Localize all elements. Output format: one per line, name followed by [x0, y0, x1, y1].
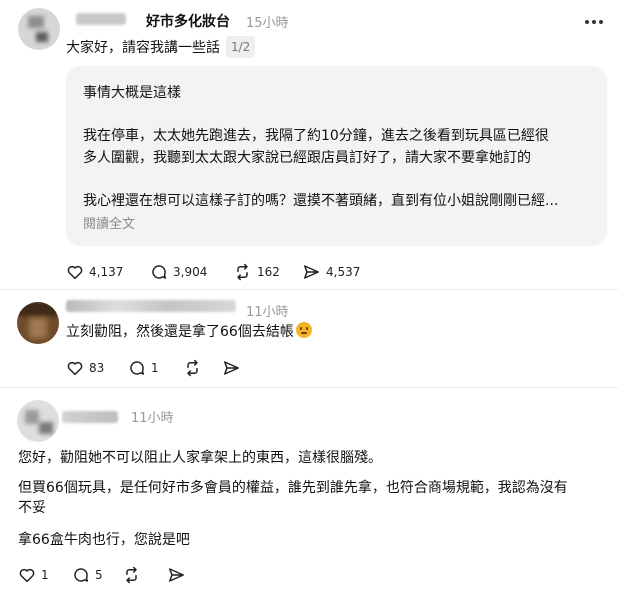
thinking-emoji-icon: [295, 322, 312, 338]
share-button[interactable]: [167, 566, 186, 584]
reply-text-content: 立刻勸阻，然後還是拿了66個去結帳: [66, 324, 294, 340]
avatar[interactable]: [17, 400, 59, 442]
comment-icon: [130, 361, 145, 375]
repost-icon: [237, 263, 248, 281]
repost-icon: [187, 359, 198, 377]
comment-count: 5: [95, 568, 103, 582]
reply-time: 11小時: [246, 305, 289, 320]
like-button[interactable]: 1: [18, 566, 49, 584]
comment-icon: [74, 568, 89, 582]
reply-line-2: 但買66個玩具，是任何好市多會員的權益，誰先到誰先拿，也符合商場規範，我認為沒有: [18, 480, 568, 496]
heart-icon: [67, 265, 83, 280]
quote-paragraph-1-line-1: 我在停車，太太她先跑進去，我隔了約10分鐘，進去之後看到玩具區已經很: [83, 128, 549, 144]
divider: [0, 289, 618, 290]
blurred-username: [62, 411, 118, 423]
share-icon: [304, 265, 319, 279]
blurred-username: [66, 300, 236, 312]
heart-icon: [19, 568, 35, 583]
reply-time: 11小時: [131, 411, 174, 426]
share-count: 4,537: [326, 265, 361, 279]
share-icon: [224, 361, 239, 375]
quote-paragraph-2-line-1: 我心裡還在想可以這樣子訂的嗎？還摸不著頭緒，直到有位小姐說剛剛已經...: [83, 193, 559, 209]
repost-button[interactable]: [183, 359, 202, 377]
avatar[interactable]: [18, 8, 60, 50]
share-icon: [169, 568, 184, 582]
heart-icon: [67, 361, 83, 376]
repost-icon: [126, 566, 137, 584]
like-count: 83: [89, 361, 105, 375]
divider: [0, 387, 618, 388]
comment-count: 1: [151, 361, 159, 375]
quote-paragraph-1-line-2: 多人圍觀，我聽到太太跟大家說已經跟店員訂好了，請大家不要拿她訂的: [83, 150, 531, 166]
like-button[interactable]: 4,137: [66, 263, 123, 281]
share-button[interactable]: [222, 359, 241, 377]
repost-button[interactable]: [122, 566, 141, 584]
post-username[interactable]: 好市多化妝台: [146, 11, 230, 31]
like-count: 1: [41, 568, 49, 582]
post-text-content: 大家好，請容我講一些話: [66, 40, 220, 56]
reply-line-1: 您好，勸阻她不可以阻止人家拿架上的東西，這樣很腦殘。: [18, 450, 382, 466]
reply-text: 立刻勸阻，然後還是拿了66個去結帳: [66, 322, 312, 342]
reply-line-4: 拿66盒牛肉也行，您說是吧: [18, 532, 190, 548]
post-text: 大家好，請容我講一些話 1/2: [66, 36, 256, 58]
reply-line-3: 不妥: [18, 500, 46, 516]
comment-button[interactable]: 5: [72, 566, 103, 584]
comment-icon: [152, 265, 167, 279]
read-more-link[interactable]: 閱讀全文: [83, 213, 135, 232]
share-button[interactable]: 4,537: [302, 263, 360, 281]
like-count: 4,137: [89, 265, 124, 279]
comment-button[interactable]: 3,904: [150, 263, 207, 281]
comment-button[interactable]: 1: [128, 359, 159, 377]
quote-title: 事情大概是這樣: [83, 85, 181, 101]
repost-button[interactable]: 162: [233, 263, 280, 281]
like-button[interactable]: 83: [66, 359, 104, 377]
page-badge: 1/2: [226, 36, 256, 58]
blurred-username-prefix: [76, 13, 126, 25]
comment-count: 3,904: [173, 265, 208, 279]
avatar[interactable]: [17, 302, 59, 344]
repost-count: 162: [257, 265, 280, 279]
quoted-post-card[interactable]: 事情大概是這樣 我在停車，太太她先跑進去，我隔了約10分鐘，進去之後看到玩具區已…: [66, 66, 607, 246]
more-icon[interactable]: [585, 20, 603, 24]
post-time: 15小時: [246, 16, 289, 31]
